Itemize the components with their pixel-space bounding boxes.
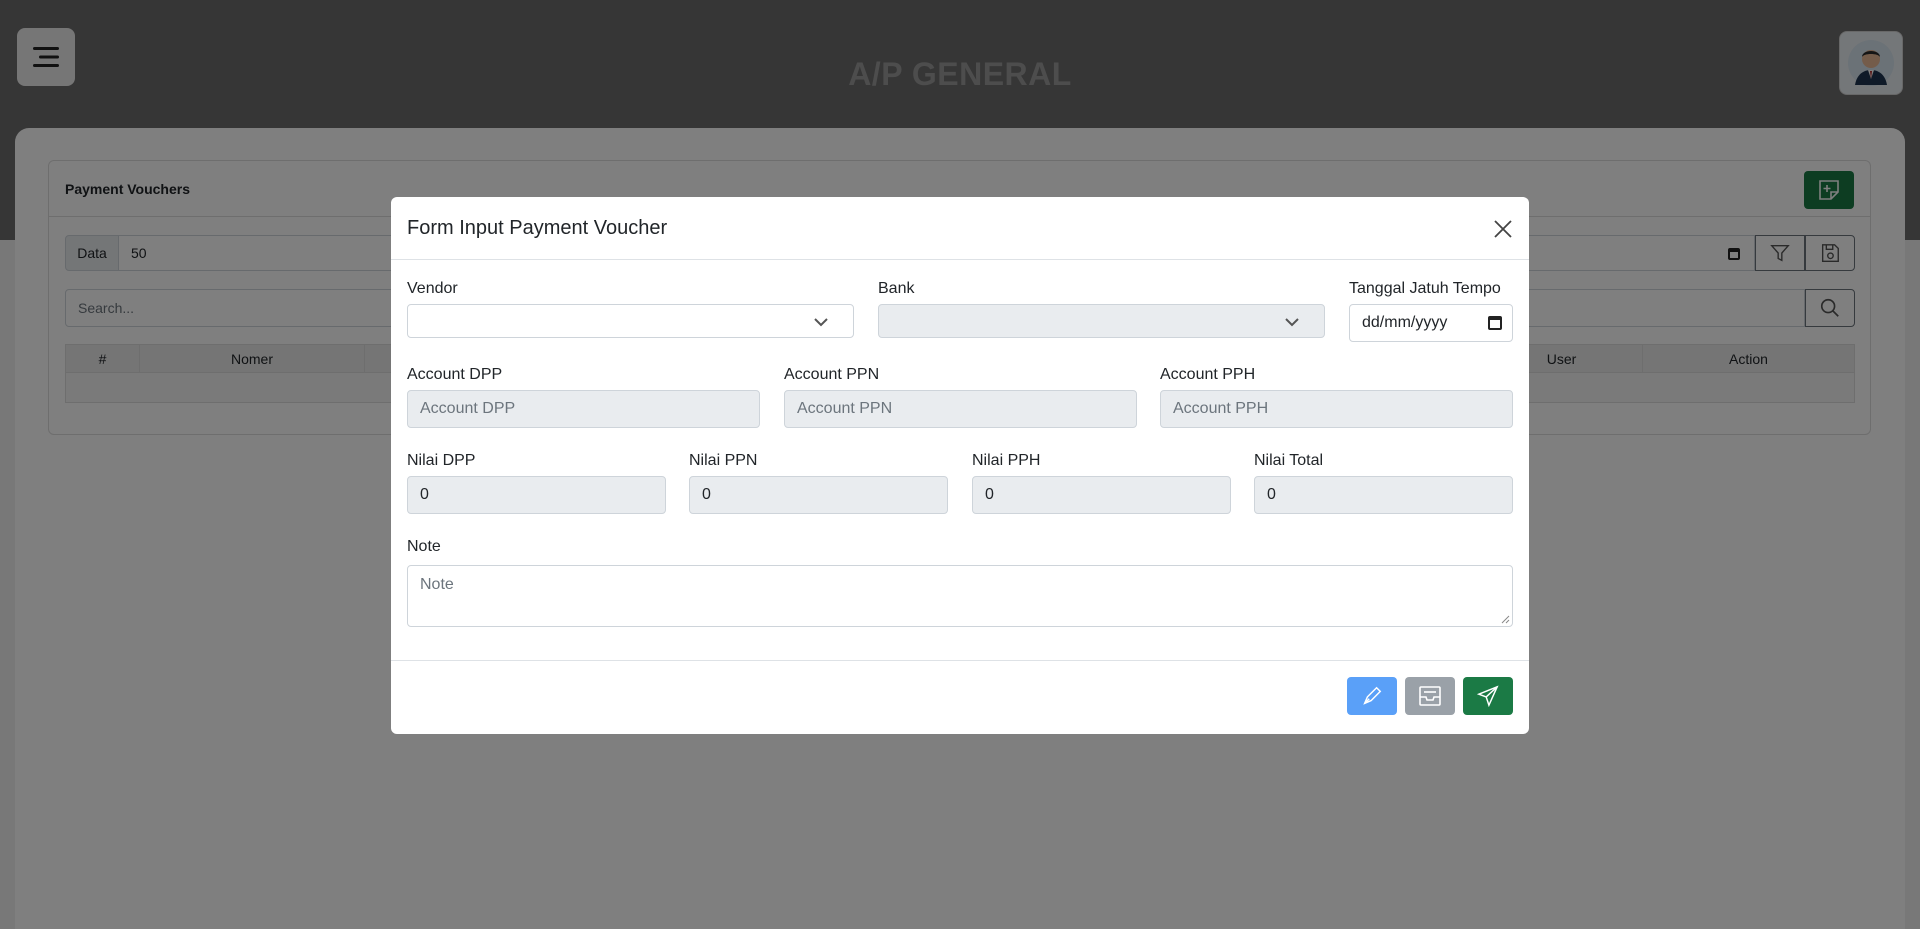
pen-icon: [1363, 686, 1382, 705]
nilai-ppn-label: Nilai PPN: [689, 452, 758, 469]
modal-title: Form Input Payment Voucher: [407, 216, 668, 239]
submit-button[interactable]: [1463, 677, 1513, 715]
send-icon: [1477, 685, 1499, 707]
due-date-label: Tanggal Jatuh Tempo: [1349, 280, 1501, 297]
account-pph-label: Account PPH: [1160, 366, 1256, 383]
calendar-icon[interactable]: [1488, 316, 1502, 330]
note-label: Note: [407, 538, 441, 555]
due-date-placeholder: dd/mm/yyyy: [1362, 314, 1448, 331]
vendor-label: Vendor: [407, 280, 458, 297]
resize-handle-icon[interactable]: [1501, 615, 1510, 624]
nilai-dpp-label: Nilai DPP: [407, 452, 476, 469]
nilai-pph-input[interactable]: 0: [972, 476, 1231, 514]
nilai-ppn-input[interactable]: 0: [689, 476, 948, 514]
chevron-down-icon: [1285, 318, 1299, 327]
account-ppn-label: Account PPN: [784, 366, 880, 383]
chevron-down-icon: [814, 318, 828, 327]
payment-voucher-modal: Form Input Payment Voucher Vendor Bank T…: [391, 197, 1529, 734]
archive-button[interactable]: [1405, 677, 1455, 715]
close-icon[interactable]: [1491, 217, 1515, 241]
nilai-total-input[interactable]: 0: [1254, 476, 1513, 514]
note-placeholder: Note: [420, 576, 454, 593]
nilai-dpp-input[interactable]: 0: [407, 476, 666, 514]
account-pph-input[interactable]: Account PPH: [1160, 390, 1513, 428]
nilai-total-label: Nilai Total: [1254, 452, 1324, 469]
due-date-input[interactable]: dd/mm/yyyy: [1349, 304, 1513, 342]
modal-footer: [391, 660, 1529, 734]
account-dpp-label: Account DPP: [407, 366, 503, 383]
bank-select[interactable]: [878, 304, 1325, 338]
vendor-select[interactable]: [407, 304, 854, 338]
bank-label: Bank: [878, 280, 915, 297]
nilai-pph-label: Nilai PPH: [972, 452, 1041, 469]
note-textarea[interactable]: Note: [407, 565, 1513, 627]
account-dpp-input[interactable]: Account DPP: [407, 390, 760, 428]
edit-button[interactable]: [1347, 677, 1397, 715]
inbox-icon: [1419, 686, 1441, 706]
account-ppn-input[interactable]: Account PPN: [784, 390, 1137, 428]
